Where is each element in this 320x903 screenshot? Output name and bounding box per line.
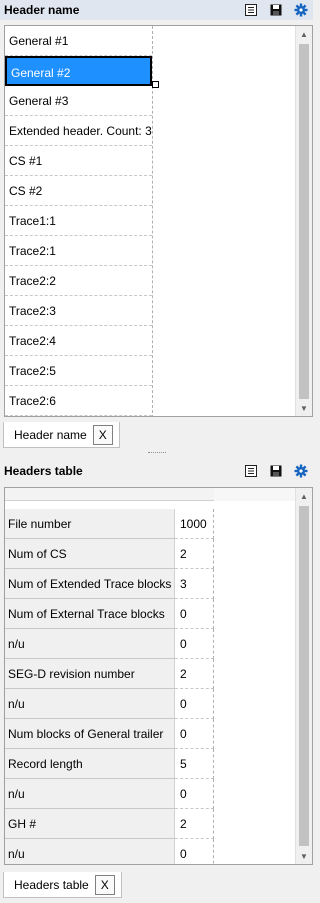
panel-toolbar (243, 2, 313, 18)
headers-table[interactable]: File number 1000 Num of CS 2 Num of Extended… (4, 487, 313, 865)
vertical-scrollbar[interactable]: ▲ ▼ (295, 26, 312, 416)
gear-icon[interactable] (293, 463, 309, 479)
table-row[interactable]: Num of External Trace blocks 0 (5, 599, 214, 629)
table-row[interactable]: n/u 0 (5, 689, 214, 719)
tab-headers-table[interactable]: Headers table X (3, 872, 122, 898)
row-value-cell[interactable]: 2 (175, 809, 214, 839)
row-value-cell[interactable]: 0 (175, 689, 214, 719)
scroll-up-icon[interactable]: ▲ (296, 488, 312, 504)
row-value-cell[interactable]: 5 (175, 749, 214, 779)
table-row[interactable]: n/u 0 (5, 779, 214, 809)
row-value-cell[interactable]: 0 (175, 629, 214, 659)
table-row[interactable]: Num of CS 2 (5, 539, 214, 569)
row-value-cell[interactable]: 2 (175, 659, 214, 689)
row-name-cell: n/u (5, 689, 175, 719)
selection-handle-icon[interactable] (152, 81, 159, 88)
row-name-cell: GH # (5, 809, 175, 839)
save-icon[interactable] (268, 2, 284, 18)
table-body: File number 1000 Num of CS 2 Num of Extended… (5, 509, 214, 864)
close-icon[interactable]: X (94, 874, 115, 895)
table-row[interactable]: Num blocks of General trailer 0 (5, 719, 214, 749)
tab-label: Headers table (14, 877, 89, 892)
list-item[interactable]: Trace2:6 (5, 386, 152, 416)
row-name-cell: Num of Extended Trace blocks (5, 569, 175, 599)
scroll-down-icon[interactable]: ▼ (296, 400, 312, 416)
header-list-items: General #1 General #2 General #3 Extended h… (5, 26, 152, 416)
table-header-cell (214, 488, 297, 501)
list-item[interactable]: General #1 (5, 26, 152, 56)
table-row[interactable]: n/u 0 (5, 839, 214, 864)
list-item[interactable]: Trace1:1 (5, 206, 152, 236)
row-name-cell: Num of External Trace blocks (5, 599, 175, 629)
splitter-grip[interactable] (148, 452, 166, 456)
row-name-cell: Num blocks of General trailer (5, 719, 175, 749)
row-name-cell: SEG-D revision number (5, 659, 175, 689)
header-name-tab-strip: Header name X (0, 420, 313, 450)
table-row[interactable]: Record length 5 (5, 749, 214, 779)
headers-table-tab-strip: Headers table X (0, 870, 313, 900)
scroll-thumb[interactable] (299, 44, 309, 399)
scroll-down-icon[interactable]: ▼ (296, 848, 312, 864)
panel-title: Header name (4, 3, 80, 17)
row-name-cell: n/u (5, 839, 175, 864)
header-name-panel-header: Header name (0, 0, 313, 20)
tab-label: Header name (14, 427, 87, 442)
list-item[interactable]: Trace2:3 (5, 296, 152, 326)
table-row[interactable]: GH #2 (5, 809, 214, 839)
list-icon[interactable] (243, 2, 259, 18)
panel-toolbar (243, 463, 313, 479)
row-name-cell: Num of CS (5, 539, 175, 569)
row-value-cell[interactable]: 2 (175, 539, 214, 569)
row-value-cell[interactable]: 0 (175, 719, 214, 749)
scroll-up-icon[interactable]: ▲ (296, 26, 312, 42)
headers-table-panel-header: Headers table (0, 460, 313, 482)
tab-header-name[interactable]: Header name X (3, 422, 120, 448)
table-row[interactable]: Num of Extended Trace blocks 3 (5, 569, 214, 599)
scroll-thumb[interactable] (299, 506, 309, 846)
table-row[interactable]: SEG-D revision number 2 (5, 659, 214, 689)
list-item[interactable]: General #3 (5, 86, 152, 116)
list-item[interactable]: Extended header. Count: 3 (5, 116, 152, 146)
list-item[interactable]: Trace2:5 (5, 356, 152, 386)
row-name-cell: n/u (5, 629, 175, 659)
row-value-cell[interactable]: 0 (175, 839, 214, 864)
panel-title: Headers table (4, 464, 83, 478)
list-icon[interactable] (243, 463, 259, 479)
row-name-cell: File number (5, 509, 175, 539)
row-value-cell[interactable]: 0 (175, 779, 214, 809)
table-row[interactable]: n/u 0 (5, 629, 214, 659)
gear-icon[interactable] (293, 2, 309, 18)
list-item[interactable]: Trace2:4 (5, 326, 152, 356)
close-icon[interactable]: X (92, 424, 113, 445)
row-value-cell[interactable]: 1000 (175, 509, 214, 539)
list-item[interactable]: Trace2:2 (5, 266, 152, 296)
header-name-list[interactable]: General #1 General #2 General #3 Extended h… (4, 25, 313, 417)
row-name-cell: n/u (5, 779, 175, 809)
row-value-cell[interactable]: 0 (175, 599, 214, 629)
list-item[interactable]: General #2 (5, 56, 152, 86)
table-row[interactable]: File number 1000 (5, 509, 214, 539)
save-icon[interactable] (268, 463, 284, 479)
list-item[interactable]: CS #1 (5, 146, 152, 176)
row-name-cell: Record length (5, 749, 175, 779)
row-value-cell[interactable]: 3 (175, 569, 214, 599)
list-item[interactable]: CS #2 (5, 176, 152, 206)
vertical-scrollbar[interactable]: ▲ ▼ (295, 488, 312, 864)
list-item[interactable]: Trace2:1 (5, 236, 152, 266)
